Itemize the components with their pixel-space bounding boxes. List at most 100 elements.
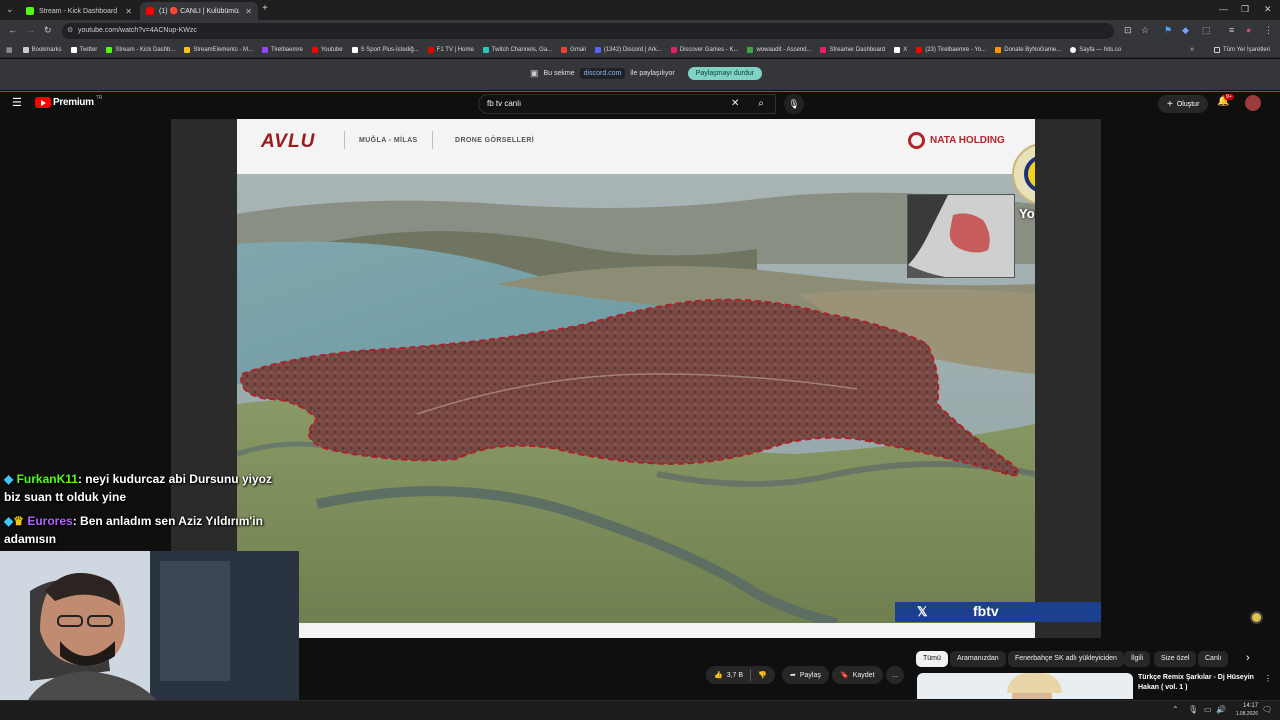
forward-icon[interactable]: → [26, 25, 35, 35]
create-button[interactable]: + Oluştur [1158, 95, 1209, 113]
streamelements-icon [184, 46, 191, 53]
chip-all[interactable]: Tümü [916, 651, 948, 667]
chevron-up-icon[interactable]: ⌃ [1172, 705, 1179, 714]
bookmark-item[interactable]: wowaudit - Ascend... [747, 46, 811, 53]
bookmark-item[interactable]: (1342) Discord | Ark... [594, 46, 662, 53]
like-button[interactable]: 👍 3,7 B 👎 [706, 666, 775, 684]
avatar[interactable] [1245, 95, 1261, 111]
bookmark-item[interactable]: (23) Tirelbaemre - Yo... [916, 46, 986, 53]
chip-live[interactable]: Canlı [1198, 651, 1229, 667]
slide-brand: AVLU [261, 131, 316, 152]
bookmark-label: F1 TV | Home [436, 46, 474, 53]
youtube-icon [311, 46, 318, 53]
thumbs-up-icon: 👍 [714, 672, 723, 679]
guide-menu-icon[interactable]: ☰ [12, 96, 22, 109]
bookmark-item[interactable]: Gmail [561, 46, 586, 53]
bookmark-item[interactable]: Tirelbaemre [262, 46, 303, 53]
bookmark-item[interactable]: Bookmarks [22, 46, 62, 53]
extension-icon[interactable]: ◆ [1182, 25, 1189, 36]
drone-photo [237, 174, 1035, 623]
tab-title: (1) 🔴 CANLI | Kulübümüzü... [159, 8, 239, 15]
media-icon[interactable]: ≡ [1229, 25, 1234, 35]
search-icon[interactable]: ⌕ [746, 94, 776, 114]
chip-related[interactable]: İlgili [1124, 651, 1151, 667]
bookmark-label: Gmail [570, 46, 586, 53]
channel-watermark: YouTube [1019, 206, 1035, 221]
banner-text: fbtv [973, 603, 999, 619]
channel-branding-icon[interactable] [1250, 611, 1263, 624]
bookmark-item[interactable]: StreamElements - M... [184, 46, 253, 53]
ssport-icon [351, 46, 358, 53]
extension-icon[interactable]: ⚑ [1164, 25, 1172, 36]
minimize-icon[interactable]: — [1219, 4, 1228, 14]
bookmark-item[interactable]: Discover Games - K... [670, 46, 739, 53]
search-input[interactable]: fb tv canlı ✕ [478, 94, 776, 114]
tab-kick-dashboard[interactable]: Stream - Kick Dashboard ✕ [20, 2, 138, 20]
apps-icon[interactable]: ▦ [6, 46, 13, 54]
reload-icon[interactable]: ↻ [44, 25, 52, 36]
share-prefix: Bu sekme [543, 70, 575, 77]
bookmark-label: Tirelbaemre [271, 46, 303, 53]
close-window-icon[interactable]: ✕ [1264, 4, 1272, 15]
back-icon[interactable]: ← [8, 25, 17, 35]
network-icon[interactable]: ▭ [1204, 705, 1212, 714]
bookmark-item[interactable]: F1 TV | Home [427, 46, 474, 53]
youtube-play-icon [35, 97, 51, 108]
bookmark-label: Streamer Dashboard [829, 46, 886, 53]
save-button[interactable]: 🔖 Kaydet [832, 666, 883, 684]
new-tab-button[interactable]: + [262, 3, 268, 14]
bookmark-item[interactable]: Twitter [70, 46, 98, 53]
bookmark-star-icon[interactable]: ☆ [1141, 25, 1149, 36]
notifications-icon[interactable]: 🗨 [1262, 705, 1272, 714]
tab-search-icon[interactable]: ⌄ [6, 4, 14, 15]
bookmark-item[interactable]: Twitch Channels, Ga... [482, 46, 552, 53]
bookmark-item[interactable]: S Sport Plus-İstediğ... [351, 46, 419, 53]
badge-icon: ◆ [4, 514, 14, 528]
install-icon[interactable]: ⊡ [1124, 25, 1132, 36]
recommended-thumbnail[interactable] [917, 673, 1133, 699]
close-tab-icon[interactable]: ✕ [125, 7, 132, 16]
extensions-icon[interactable]: ⬚ [1202, 25, 1211, 36]
microphone-icon[interactable]: 🎙 [784, 94, 804, 114]
thumbs-down-icon[interactable]: 👎 [758, 671, 767, 679]
crown-icon: ♛ [13, 514, 24, 528]
bookmark-label: Youtube [320, 46, 343, 53]
chip-for-you[interactable]: Size özel [1154, 651, 1197, 667]
bookmark-item[interactable]: Streamer Dashboard [820, 46, 886, 53]
profile-avatar[interactable]: ● [1246, 25, 1251, 35]
youtube-masthead: ☰ Premium TR fb tv canlı ✕ ⌕ 🎙 + Oluştur… [0, 91, 1280, 115]
bookmark-item[interactable]: Sayfa — hits.co [1070, 46, 1121, 53]
clear-search-icon[interactable]: ✕ [731, 95, 739, 113]
f1-icon [427, 46, 434, 53]
maximize-icon[interactable]: ❐ [1241, 4, 1249, 15]
stop-sharing-button[interactable]: Paylaşmayı durdur [687, 67, 763, 80]
youtube-logo[interactable]: Premium TR [35, 95, 102, 108]
clock-time[interactable]: 14:17 [1234, 703, 1258, 709]
tab-youtube-live[interactable]: (1) 🔴 CANLI | Kulübümüzü... ✕ [140, 2, 258, 20]
site-info-icon[interactable]: ⚙ [67, 23, 73, 39]
bookmark-item[interactable]: X [894, 46, 907, 53]
bookmark-item[interactable]: Stream - Kick Dashb... [106, 46, 175, 53]
recommended-title[interactable]: Türkçe Remix Şarkılar - Dj Hüseyin Hakan… [1138, 673, 1258, 693]
clock-date[interactable]: 1.08.2026 [1230, 711, 1258, 717]
bookmark-item[interactable]: Donate ByNoGame... [995, 46, 1061, 53]
chip-uploader[interactable]: Fenerbahçe SK adlı yükleyiciden [1008, 651, 1124, 667]
chevron-right-icon[interactable]: › [1246, 652, 1250, 664]
more-bookmarks-icon[interactable]: » [1190, 46, 1194, 53]
bookmark-label: Twitter [79, 46, 98, 53]
close-tab-icon[interactable]: ✕ [245, 7, 252, 16]
chip-from-search[interactable]: Aramanızdan [950, 651, 1006, 667]
search-query: fb tv canlı [487, 99, 522, 108]
all-bookmarks-folder[interactable]: Tüm Yer İşaretleri [1214, 46, 1270, 53]
share-button[interactable]: ➦ Paylaş [782, 666, 829, 684]
bookmark-label: Discover Games - K... [679, 46, 739, 53]
kick-icon [670, 46, 677, 53]
volume-icon[interactable]: 🔊 [1216, 705, 1226, 714]
more-actions-button[interactable]: ... [886, 666, 904, 684]
menu-icon[interactable]: ⋮ [1264, 25, 1273, 36]
bookmark-item[interactable]: Youtube [311, 46, 343, 53]
more-options-icon[interactable]: ⋮ [1264, 674, 1272, 683]
bookmark-label: S Sport Plus-İstediğ... [360, 46, 419, 53]
microphone-icon[interactable]: 🎙 [1188, 705, 1198, 714]
address-bar[interactable]: ⚙ youtube.com/watch?v=4ACNup-KWzc [62, 23, 1114, 39]
